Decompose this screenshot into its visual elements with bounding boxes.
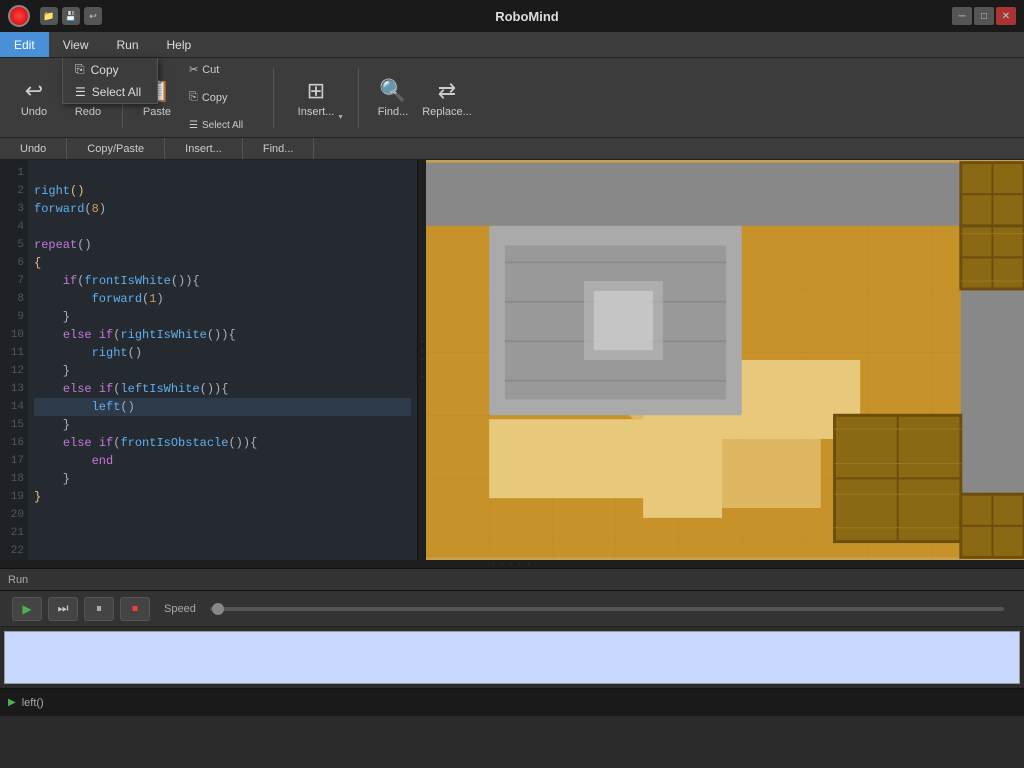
run-header: Run	[0, 569, 1024, 591]
code-line-6: {	[34, 254, 411, 272]
cut-button[interactable]: ✂ Cut	[185, 57, 265, 83]
code-line-11: right()	[34, 344, 411, 362]
undo-button[interactable]: ↩ Undo	[8, 69, 60, 127]
game-world-svg	[426, 160, 1024, 560]
copy-menu-item[interactable]: ⎘ Copy	[63, 58, 157, 81]
code-line-21	[34, 524, 411, 542]
code-line-1	[34, 164, 411, 182]
insert-icon: ⊞	[307, 78, 325, 104]
code-editor[interactable]: 123456 789101112 131415161718 19202122 r…	[0, 160, 418, 560]
toolbar-label-undo[interactable]: Undo	[0, 138, 67, 159]
status-play-icon: ▶	[8, 697, 16, 708]
stop-button[interactable]: ⏹	[120, 597, 150, 621]
speed-slider[interactable]	[210, 607, 1004, 611]
code-line-9: }	[34, 308, 411, 326]
toolbar-label-insert[interactable]: Insert...	[165, 138, 243, 159]
play-button[interactable]: ▶	[12, 597, 42, 621]
code-line-22	[34, 542, 411, 560]
code-line-5: repeat()	[34, 236, 411, 254]
menu-view[interactable]: View	[49, 32, 103, 57]
main-area: 123456 789101112 131415161718 19202122 r…	[0, 160, 1024, 560]
game-canvas	[426, 160, 1024, 560]
pause-button[interactable]: ⏸	[84, 597, 114, 621]
find-icon: 🔍	[379, 78, 406, 104]
code-line-20	[34, 506, 411, 524]
menu-edit[interactable]: Edit	[0, 32, 49, 57]
copy-button[interactable]: ⎘ Copy	[185, 85, 265, 111]
menu-run[interactable]: Run	[102, 32, 152, 57]
code-line-16: else if(frontIsObstacle()){	[34, 434, 411, 452]
status-text: left()	[22, 697, 44, 709]
folder-icon[interactable]: 📁	[40, 7, 58, 25]
toolbar-labels: Undo Copy/Paste Insert... Find...	[0, 138, 1024, 160]
run-controls: ▶ ⏭ ⏸ ⏹ Speed	[0, 591, 1024, 627]
code-line-13: else if(leftIsWhite()){	[34, 380, 411, 398]
cut-icon: ✂	[189, 63, 198, 76]
select-all-icon: ☰	[75, 85, 86, 99]
copy-icon: ⎘	[75, 62, 85, 77]
window-quick-icons: 📁 💾 ↩	[40, 7, 102, 25]
insert-button[interactable]: ⊞ Insert...	[282, 69, 350, 127]
save-icon[interactable]: 💾	[62, 7, 80, 25]
code-line-14: left()	[34, 398, 411, 416]
window-controls: ─ □ ✕	[952, 7, 1016, 25]
menu-help[interactable]: Help	[153, 32, 206, 57]
code-line-4	[34, 218, 411, 236]
code-line-7: if(frontIsWhite()){	[34, 272, 411, 290]
undo-icon: ↩	[25, 78, 43, 104]
code-line-17: end	[34, 452, 411, 470]
code-line-3: forward(8)	[34, 200, 411, 218]
find-button[interactable]: 🔍 Find...	[367, 69, 419, 127]
menubar: Edit View Run Help ⎘ Copy ☰ Select All	[0, 32, 1024, 58]
code-line-15: }	[34, 416, 411, 434]
run-panel: Run ▶ ⏭ ⏸ ⏹ Speed	[0, 568, 1024, 688]
select-all-icon: ☰	[189, 120, 198, 131]
horizontal-resize-handle[interactable]: · · · · ·	[0, 560, 1024, 568]
app-title: RoboMind	[110, 9, 944, 24]
code-line-12: }	[34, 362, 411, 380]
code-lines: 123456 789101112 131415161718 19202122 r…	[0, 160, 417, 560]
select-all-menu-item[interactable]: ☰ Select All	[63, 81, 157, 103]
toolbar-label-copypaste[interactable]: Copy/Paste	[67, 138, 165, 159]
code-line-18: }	[34, 470, 411, 488]
run-output	[4, 631, 1020, 684]
speed-knob[interactable]	[212, 603, 224, 615]
select-all-button[interactable]: ☰ Select All	[185, 113, 265, 139]
toolbar-label-find[interactable]: Find...	[243, 138, 315, 159]
copy-icon: ⎘	[189, 91, 198, 104]
code-content: right() forward(8) repeat() { if(frontIs…	[28, 160, 417, 560]
statusbar: ▶ left()	[0, 688, 1024, 716]
vertical-resize-handle[interactable]: · · · · ·	[418, 160, 426, 560]
maximize-button[interactable]: □	[974, 7, 994, 25]
code-line-19: }	[34, 488, 411, 506]
code-line-10: else if(rightIsWhite()){	[34, 326, 411, 344]
code-line-8: forward(1)	[34, 290, 411, 308]
back-icon[interactable]: ↩	[84, 7, 102, 25]
replace-icon: ⇄	[438, 78, 456, 104]
replace-button[interactable]: ⇄ Replace...	[421, 69, 473, 127]
minimize-button[interactable]: ─	[952, 7, 972, 25]
titlebar: 📁 💾 ↩ RoboMind ─ □ ✕	[0, 0, 1024, 32]
step-button[interactable]: ⏭	[48, 597, 78, 621]
edit-dropdown: ⎘ Copy ☰ Select All	[62, 58, 158, 104]
toolbar-find-group: 🔍 Find... ⇄ Replace...	[367, 68, 481, 128]
toolbar-insert-group: ⊞ Insert...	[282, 68, 359, 128]
app-logo	[8, 5, 30, 27]
close-button[interactable]: ✕	[996, 7, 1016, 25]
line-numbers: 123456 789101112 131415161718 19202122	[0, 160, 28, 560]
speed-label: Speed	[164, 603, 196, 615]
resize-dots-horizontal: · · · · ·	[492, 560, 532, 569]
code-line-2: right()	[34, 182, 411, 200]
